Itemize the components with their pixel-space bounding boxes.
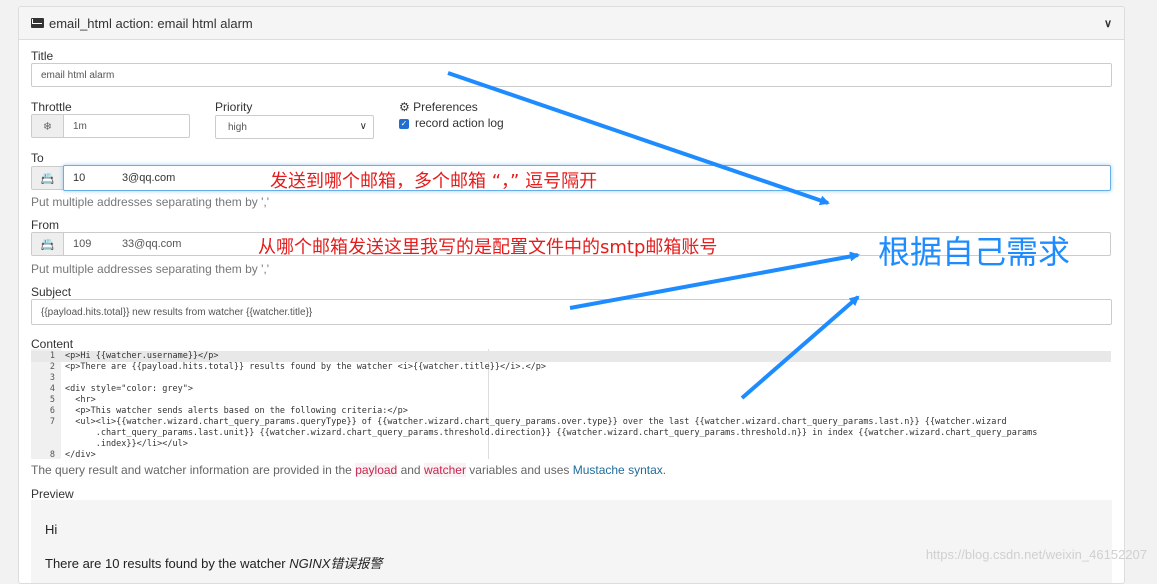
snowflake-icon: ❄ xyxy=(31,114,64,138)
content-help-text: The query result and watcher information… xyxy=(31,463,356,477)
from-help: Put multiple addresses separating them b… xyxy=(31,262,270,276)
code-line: 4 <div style="color: grey"> xyxy=(49,384,193,394)
throttle-label: Throttle xyxy=(31,100,72,114)
record-log-label: record action log xyxy=(415,116,504,130)
contact-card-icon: 📇 xyxy=(31,232,64,256)
subject-input[interactable]: {{payload.hits.total}} new results from … xyxy=(31,299,1112,325)
content-help: The query result and watcher information… xyxy=(31,463,666,477)
code-line: .index}}</li></ul> xyxy=(65,439,188,449)
code-line: 5 <hr> xyxy=(49,395,96,405)
gear-icon: ⚙ xyxy=(399,100,410,114)
mustache-syntax-link[interactable]: Mustache syntax xyxy=(573,463,663,477)
watcher-token: watcher xyxy=(423,463,466,477)
to-label: To xyxy=(31,151,44,165)
code-line: 8 </div> xyxy=(49,450,96,460)
chevron-down-icon: ∨ xyxy=(359,121,367,132)
annotation-to-note: 发送到哪个邮箱，多个邮箱 “，” 逗号隔开 xyxy=(270,171,598,192)
contact-card-icon: 📇 xyxy=(31,166,64,190)
content-help-text: . xyxy=(662,463,667,477)
code-line: 3 xyxy=(49,373,55,383)
subject-label: Subject xyxy=(31,285,72,299)
priority-value: high xyxy=(228,121,247,133)
email-action-panel: email_html action: email html alarm ∨ Ti… xyxy=(18,6,1125,584)
preferences-label: Preferences xyxy=(413,100,478,114)
annotation-needs-note: 根据自己需求 xyxy=(878,233,1071,271)
code-line: .chart_query_params.last.unit}} {{watche… xyxy=(65,428,1038,438)
preview-results-text: There are 10 results found by the watche… xyxy=(45,556,290,571)
code-line: 1 <p>Hi {{watcher.username}}</p> xyxy=(31,351,1111,362)
priority-select[interactable]: high ∨ xyxy=(215,115,374,139)
panel-title: email_html action: email html alarm xyxy=(49,15,253,31)
envelope-icon xyxy=(31,18,44,28)
code-line: 6 <p>This watcher sends alerts based on … xyxy=(49,406,408,416)
record-log-checkbox[interactable]: ✓ xyxy=(399,119,409,129)
watermark: https://blog.csdn.net/weixin_46152207 xyxy=(925,547,1147,562)
preferences-heading: ⚙ Preferences xyxy=(399,100,478,114)
content-help-text: variables and uses xyxy=(465,463,573,477)
from-label: From xyxy=(31,218,59,232)
chevron-down-icon[interactable]: ∨ xyxy=(1104,17,1112,30)
annotation-from-note: 从哪个邮箱发送这里我写的是配置文件中的smtp邮箱账号 xyxy=(258,237,718,258)
content-help-text: and xyxy=(397,463,424,477)
panel-header[interactable]: email_html action: email html alarm ∨ xyxy=(19,7,1124,40)
preview-box: Hi There are 10 results found by the wat… xyxy=(31,500,1112,583)
preview-label: Preview xyxy=(31,487,74,501)
code-line: 7 <ul><li>{{watcher.wizard.chart_query_p… xyxy=(49,417,1007,427)
priority-label: Priority xyxy=(215,100,253,114)
title-label: Title xyxy=(31,49,54,63)
preview-results-line: There are 10 results found by the watche… xyxy=(45,553,382,572)
content-code-editor[interactable]: 1 <p>Hi {{watcher.username}}</p> 2 <p>Ther… xyxy=(31,349,1111,460)
to-help: Put multiple addresses separating them b… xyxy=(31,195,270,209)
code-line: 2 <p>There are {{payload.hits.total}} res… xyxy=(49,362,547,372)
preview-watcher-title: NGINX错误报警 xyxy=(289,556,383,571)
throttle-input[interactable]: 1m xyxy=(63,114,190,138)
title-input[interactable]: email html alarm xyxy=(31,63,1112,87)
payload-token: payload xyxy=(355,463,398,477)
preview-greeting: Hi xyxy=(45,522,58,537)
